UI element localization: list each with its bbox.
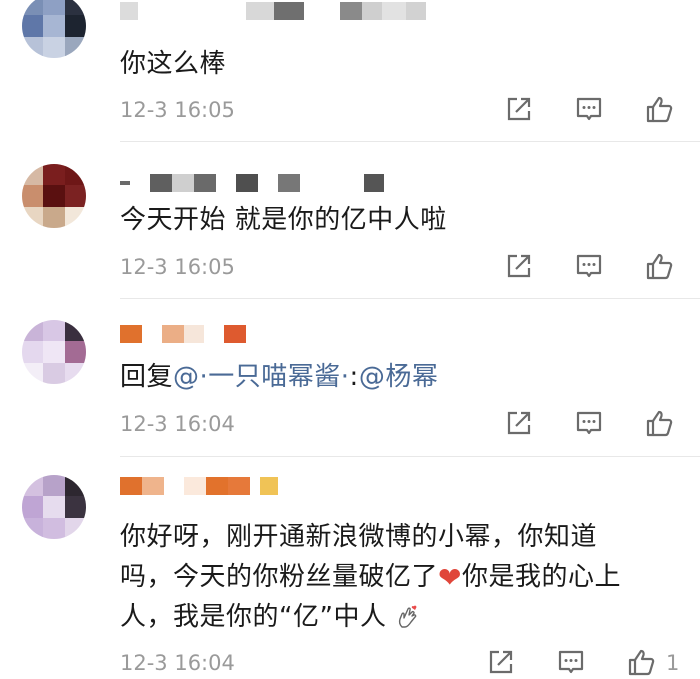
comment-time: 12-3 16:04 — [120, 651, 235, 675]
comment-time: 12-3 16:05 — [120, 255, 235, 279]
share-icon — [489, 650, 513, 674]
comment-text-line: 你好呀，刚开通新浪微博的小幂，你知道 — [120, 522, 598, 552]
comment-item: 你这么棒 12-3 16:05 — [0, 0, 700, 142]
comment-button[interactable] — [572, 92, 606, 126]
comment-icon — [576, 411, 602, 435]
heart-icon: ❤ — [438, 561, 462, 594]
share-icon — [507, 254, 531, 278]
share-button[interactable] — [502, 92, 536, 126]
comment-icon — [576, 254, 602, 278]
username-pixelated[interactable] — [120, 172, 384, 194]
reply-prefix: 回复 — [120, 362, 174, 392]
separator: : — [349, 362, 359, 392]
thumbs-up-icon — [646, 410, 673, 437]
comment-text: 今天开始 就是你的亿中人啦 — [120, 205, 447, 235]
like-button[interactable]: 1 — [624, 645, 679, 679]
username-pixelated[interactable] — [120, 0, 426, 22]
finger-heart-hand-icon — [399, 605, 417, 628]
avatar[interactable] — [22, 164, 86, 228]
mention-link[interactable]: @·一只喵幂酱· — [173, 362, 350, 392]
comment-icon — [558, 650, 584, 674]
thumbs-up-icon — [646, 96, 673, 123]
username-pixelated[interactable] — [120, 323, 246, 345]
comment-text: 你好呀，刚开通新浪微博的小幂，你知道 吗，今天的你粉丝量破亿了❤你是我的心上 人… — [120, 517, 680, 637]
comment-text: 你这么棒 — [120, 49, 227, 79]
thumbs-up-icon — [646, 253, 673, 280]
comment-text-segment: 吗，今天的你粉丝量破亿了 — [120, 562, 439, 592]
avatar[interactable] — [22, 320, 86, 384]
thumbs-up-icon — [628, 649, 655, 676]
share-button[interactable] — [502, 249, 536, 283]
mention-link[interactable]: @杨幂 — [359, 362, 439, 392]
comment-item: 你好呀，刚开通新浪微博的小幂，你知道 吗，今天的你粉丝量破亿了❤你是我的心上 人… — [0, 457, 700, 676]
comment-text-line: 人，我是你的“亿”中人 — [120, 597, 680, 637]
like-count: 1 — [666, 651, 680, 675]
comment-button[interactable] — [572, 249, 606, 283]
comment-time: 12-3 16:05 — [120, 98, 235, 122]
comment-text: 回复@·一只喵幂酱·:@杨幂 — [120, 357, 680, 397]
comment-time: 12-3 16:04 — [120, 412, 235, 436]
comment-button[interactable] — [572, 406, 606, 440]
comment-item: 回复@·一只喵幂酱·:@杨幂 12-3 16:04 — [0, 299, 700, 457]
comment-text-segment: 人，我是你的“亿”中人 — [120, 602, 387, 632]
share-icon — [507, 97, 531, 121]
comment-button[interactable] — [554, 645, 588, 679]
comment-text-segment: 你是我的心上 — [461, 562, 621, 592]
like-button[interactable] — [642, 92, 676, 126]
share-button[interactable] — [502, 406, 536, 440]
share-icon — [507, 411, 531, 435]
comment-actions — [466, 92, 676, 126]
comment-actions: 1 — [448, 645, 679, 679]
username-pixelated[interactable] — [120, 475, 278, 497]
like-button[interactable] — [642, 406, 676, 440]
comment-item: 今天开始 就是你的亿中人啦 12-3 16:05 — [0, 142, 700, 299]
comment-actions — [466, 249, 676, 283]
avatar[interactable] — [22, 475, 86, 539]
comment-icon — [576, 97, 602, 121]
comment-text-line: 吗，今天的你粉丝量破亿了❤你是我的心上 — [120, 557, 680, 597]
like-button[interactable] — [642, 249, 676, 283]
avatar[interactable] — [22, 0, 86, 58]
comment-actions — [466, 406, 676, 440]
share-button[interactable] — [484, 645, 518, 679]
